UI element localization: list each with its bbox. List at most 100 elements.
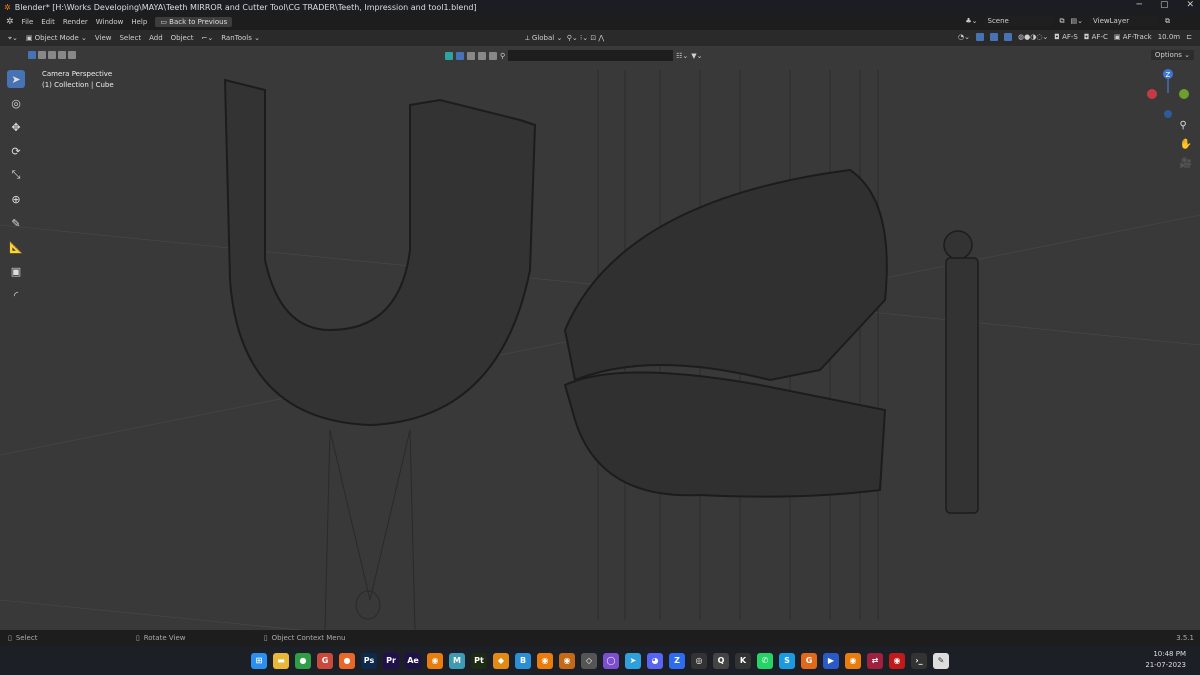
mode-select[interactable]: ▣ Object Mode ⌄ bbox=[26, 34, 87, 42]
taskbar-blender-2-icon[interactable]: ◉ bbox=[537, 652, 553, 669]
gizmo-x-axis[interactable] bbox=[1147, 89, 1157, 99]
rantools-menu[interactable]: RanTools ⌄ bbox=[221, 34, 260, 42]
filter-icon[interactable]: ▼⌄ bbox=[691, 52, 702, 60]
options-button[interactable]: Options ⌄ bbox=[1150, 50, 1194, 60]
menu-render[interactable]: Render bbox=[63, 18, 88, 26]
taskbar-maya-icon[interactable]: M bbox=[449, 652, 465, 669]
navigation-gizmo[interactable]: Z bbox=[1147, 69, 1189, 118]
taskbar-app-search-icon[interactable]: Q bbox=[713, 652, 729, 669]
select-extend-icon[interactable] bbox=[38, 51, 46, 59]
orientation-select[interactable]: ⟂ Global ⌄ ⚲⌄ ⁝⌄ ⊡ ⋀ bbox=[525, 34, 604, 43]
filter-light-icon[interactable] bbox=[467, 51, 475, 60]
move-tool-icon[interactable]: ✥ bbox=[7, 118, 25, 136]
menu-select[interactable]: Select bbox=[119, 34, 141, 42]
editor-type-icon[interactable]: ⌖⌄ bbox=[8, 34, 18, 43]
menu-edit[interactable]: Edit bbox=[41, 18, 55, 26]
taskbar-blender-3-icon[interactable]: ◉ bbox=[559, 652, 575, 669]
minimize-button[interactable]: ─ bbox=[1137, 0, 1142, 10]
menu-help[interactable]: Help bbox=[131, 18, 147, 26]
select-invert-icon[interactable] bbox=[58, 51, 66, 59]
snap-icon[interactable]: ⌐⌄ bbox=[201, 34, 213, 42]
display-mode-icon[interactable]: ☷⌄ bbox=[676, 52, 688, 60]
xray-toggle-icon[interactable] bbox=[1004, 33, 1012, 41]
af-c-button[interactable]: ◘ AF-C bbox=[1084, 33, 1108, 41]
select-subtract-icon[interactable] bbox=[48, 51, 56, 59]
taskbar-obs-icon[interactable]: ◎ bbox=[691, 652, 707, 669]
taskbar-skype-icon[interactable]: S bbox=[779, 652, 795, 669]
taskbar-app-orange-icon[interactable]: ◆ bbox=[493, 652, 509, 669]
scene-icon[interactable]: ♣⌄ bbox=[965, 17, 977, 25]
select-box-tool-icon[interactable]: ➤ bbox=[7, 70, 25, 88]
focus-distance[interactable]: 10.0m bbox=[1158, 33, 1180, 41]
af-s-button[interactable]: ◘ AF-S bbox=[1054, 33, 1078, 41]
taskbar-app-arrows-icon[interactable]: ⇄ bbox=[867, 652, 883, 669]
taskbar-firefox-icon[interactable]: ● bbox=[339, 652, 355, 669]
back-to-previous-button[interactable]: ▭ Back to Previous bbox=[155, 17, 233, 27]
menu-view[interactable]: View bbox=[95, 34, 112, 42]
view-layer-field[interactable]: ViewLayer bbox=[1089, 16, 1159, 26]
taskbar-app-blue-icon[interactable]: B bbox=[515, 652, 531, 669]
gizmo-y-axis[interactable] bbox=[1179, 89, 1189, 99]
close-button[interactable]: ✕ bbox=[1186, 0, 1194, 10]
taskbar-telegram-icon[interactable]: ➤ bbox=[625, 652, 641, 669]
new-scene-icon[interactable]: ⧉ bbox=[1060, 17, 1065, 26]
taskbar-app-k-icon[interactable]: K bbox=[735, 652, 751, 669]
gizmo-neg-z[interactable] bbox=[1164, 110, 1172, 118]
filter-camera-icon[interactable] bbox=[478, 51, 486, 60]
gizmo-toggle-icon[interactable] bbox=[976, 33, 984, 41]
taskbar-painter-icon[interactable]: Pt bbox=[471, 652, 487, 669]
menu-window[interactable]: Window bbox=[96, 18, 124, 26]
taskbar-app-play-icon[interactable]: ▶ bbox=[823, 652, 839, 669]
taskbar-app-red-icon[interactable]: ◉ bbox=[889, 652, 905, 669]
menu-object[interactable]: Object bbox=[171, 34, 194, 42]
menu-add[interactable]: Add bbox=[149, 34, 163, 42]
taskbar-windows-start-icon[interactable]: ⊞ bbox=[251, 652, 267, 669]
taskbar-whatsapp-icon[interactable]: ✆ bbox=[757, 652, 773, 669]
search-input[interactable] bbox=[508, 50, 674, 61]
taskbar-premiere-icon[interactable]: Pr bbox=[383, 652, 399, 669]
taskbar-terminal-icon[interactable]: ›_ bbox=[911, 652, 927, 669]
taskbar-blender-4-icon[interactable]: ◉ bbox=[845, 652, 861, 669]
taskbar-after-effects-icon[interactable]: Ae bbox=[405, 652, 421, 669]
filter-world-icon[interactable] bbox=[489, 51, 497, 60]
af-track-button[interactable]: ▣ AF-Track bbox=[1114, 33, 1152, 41]
maximize-button[interactable]: ▢ bbox=[1160, 0, 1169, 10]
taskbar-notepad-icon[interactable]: ✎ bbox=[933, 652, 949, 669]
select-intersect-icon[interactable] bbox=[68, 51, 76, 59]
shading-modes-icon[interactable]: ◍●◑◌⌄ bbox=[1018, 33, 1048, 41]
taskbar-blender-icon[interactable]: ◉ bbox=[427, 652, 443, 669]
taskbar-chrome-icon[interactable]: ● bbox=[295, 652, 311, 669]
taskbar-zoom-icon[interactable]: Z bbox=[669, 652, 685, 669]
rotate-tool-icon[interactable]: ⟳ bbox=[7, 142, 25, 160]
cursor-tool-icon[interactable]: ◎ bbox=[7, 94, 25, 112]
visibility-icon[interactable]: ◔⌄ bbox=[958, 33, 970, 41]
scene-field[interactable]: Scene bbox=[983, 16, 1054, 26]
overlay-toggle-icon[interactable] bbox=[990, 33, 998, 41]
blender-menu-icon[interactable]: ✲ bbox=[6, 17, 14, 27]
3d-viewport[interactable]: Z bbox=[0, 64, 1200, 630]
system-clock[interactable]: 10:48 PM 21-07-2023 bbox=[1145, 649, 1186, 671]
add-cube-tool-icon[interactable]: ▣ bbox=[7, 262, 25, 280]
zoom-icon[interactable]: ⚲ bbox=[1180, 120, 1192, 131]
curve-tool-icon[interactable]: ◜ bbox=[7, 286, 25, 304]
filter-icons[interactable] bbox=[445, 51, 453, 60]
taskbar-unity-hub-icon[interactable]: ◇ bbox=[581, 652, 597, 669]
view-layer-icon[interactable]: ▤⌄ bbox=[1071, 17, 1083, 25]
taskbar-file-explorer-icon[interactable]: ▬ bbox=[273, 652, 289, 669]
taskbar-photoshop-icon[interactable]: Ps bbox=[361, 652, 377, 669]
camera-view-icon[interactable]: 🎥 bbox=[1180, 158, 1192, 169]
taskbar-discord-icon[interactable]: ◕ bbox=[647, 652, 663, 669]
annotate-tool-icon[interactable]: ✎ bbox=[7, 214, 25, 232]
filter-mesh-icon[interactable] bbox=[456, 51, 464, 60]
scale-tool-icon[interactable]: ⤡ bbox=[7, 166, 25, 184]
taskbar-app-g-icon[interactable]: G bbox=[801, 652, 817, 669]
sidebar-toggle-icon[interactable]: ⊏ bbox=[1186, 33, 1192, 41]
taskbar-github-icon[interactable]: ◯ bbox=[603, 652, 619, 669]
menu-file[interactable]: File bbox=[22, 18, 34, 26]
taskbar-chrome-profile-icon[interactable]: G bbox=[317, 652, 333, 669]
measure-tool-icon[interactable]: 📐 bbox=[7, 238, 25, 256]
pan-hand-icon[interactable]: ✋ bbox=[1180, 139, 1192, 150]
transform-tool-icon[interactable]: ⊕ bbox=[7, 190, 25, 208]
new-view-layer-icon[interactable]: ⧉ bbox=[1165, 17, 1170, 26]
select-new-icon[interactable] bbox=[28, 51, 36, 59]
